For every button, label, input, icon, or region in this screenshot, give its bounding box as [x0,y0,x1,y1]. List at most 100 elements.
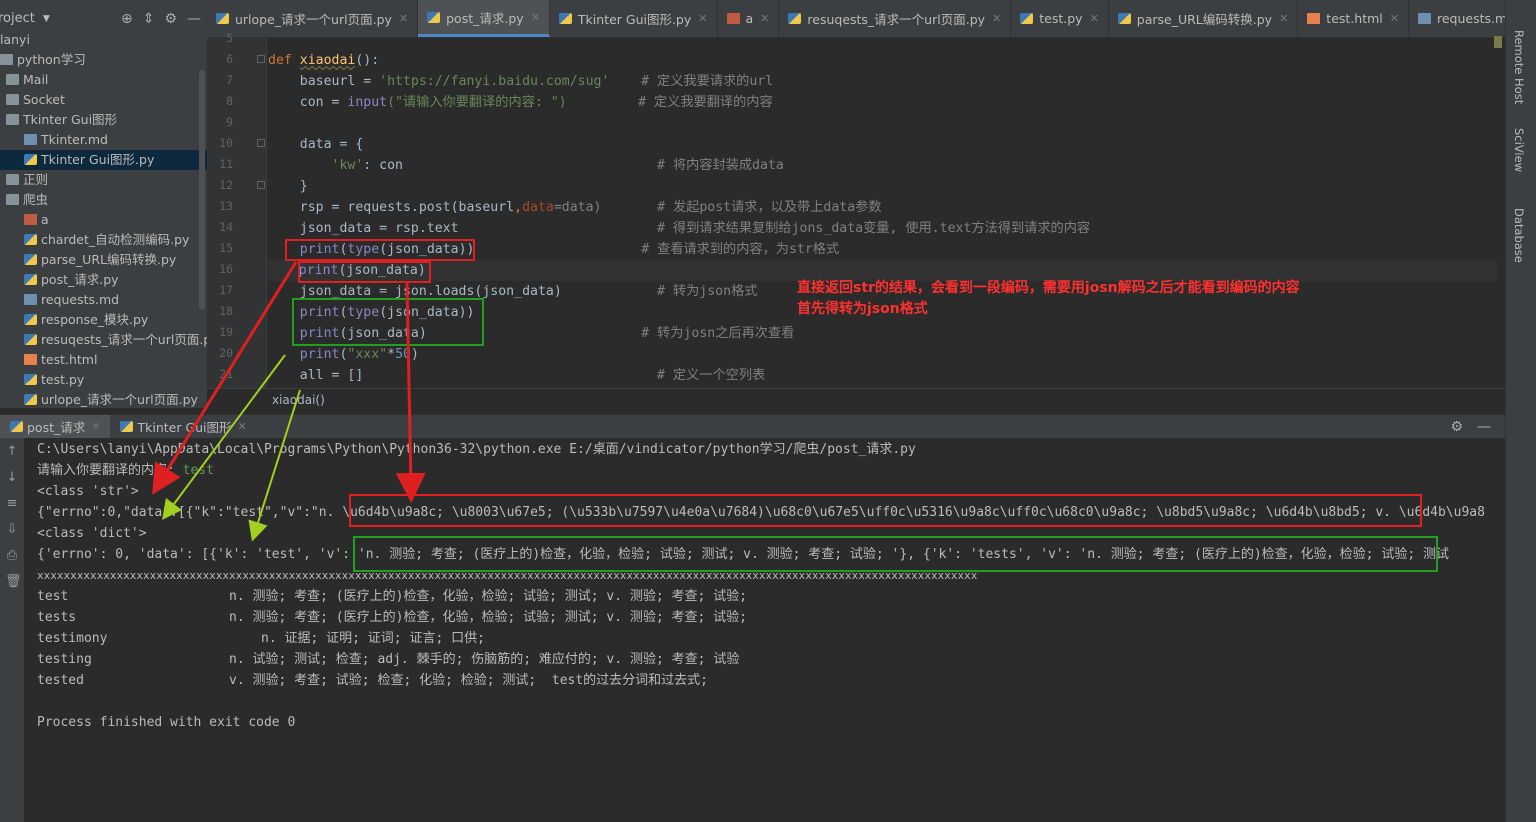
editor-tab[interactable]: requests.md✕ [1409,0,1505,37]
run-tab-tkinter[interactable]: Tkinter Gui图形 ✕ [110,415,256,438]
result-key: testimony [37,631,108,646]
code-line-6: def xiaodai(): [268,50,379,71]
gear-icon[interactable]: ⚙ [164,11,177,27]
code-comment: # 得到请求结果复制给jons_data变量, 使用.text方法得到请求的内容 [458,221,1091,236]
line-number: 12 [219,178,233,192]
code-comment: # 将内容封装成data [402,158,784,173]
code-token: ("请输入你要翻译的内容: ") [387,95,567,110]
fold-marker-icon[interactable] [257,181,265,189]
tree-item[interactable]: lanyi [0,30,207,50]
tree-item[interactable]: response_模块.py [0,310,207,330]
editor-tab[interactable]: parse_URL编码转换.py ✕ [1109,0,1299,37]
console-line: 请输入你要翻译的内容: test [37,460,214,481]
tree-item[interactable]: 正则 [0,170,207,190]
editor-tab[interactable]: resuqests_请求一个url页面.py ✕ [779,0,1012,37]
code-token: input [347,95,388,110]
editor-tab[interactable]: Tkinter Gui图形.py ✕ [550,0,718,37]
close-icon[interactable]: ✕ [1390,12,1399,25]
gear-icon[interactable]: ⚙ [1450,419,1463,435]
editor-tab-bar: urlope_请求一个url页面.py ✕ post_请求.py ✕ Tkinter G… [207,0,1505,38]
editor-tab[interactable]: urlope_请求一个url页面.py ✕ [207,0,419,37]
close-icon[interactable]: ✕ [698,12,707,25]
folder-icon [6,114,19,125]
project-title[interactable]: roject [0,11,35,26]
chevron-down-icon[interactable]: ▼ [43,14,50,24]
python-file-icon [24,374,37,385]
run-tab-post[interactable]: post_请求 ✕ [0,415,111,438]
tree-item[interactable]: 爬虫 [0,190,207,210]
close-icon[interactable]: ✕ [399,12,408,25]
editor-tab-label: urlope_请求一个url页面.py [235,12,392,27]
python-file-icon [24,314,37,325]
tree-item[interactable]: chardet_自动检测编码.py [0,230,207,250]
print-icon[interactable]: ⎙ [5,548,19,563]
close-icon[interactable]: ✕ [238,420,247,433]
code-token: xiaodai [299,53,356,68]
close-icon[interactable]: ✕ [531,11,540,24]
console-line: tests n. 测验; 考查; (医疗上的)检查，化验，检验; 试验; 测试; … [37,607,747,628]
code-comment: # 查看请求到的内容，为str格式 [474,242,840,257]
tree-item[interactable]: urlope_请求一个url页面.py [0,390,207,408]
arrow-up-icon[interactable]: ↑ [5,444,19,459]
breadcrumb[interactable]: xiaodai() [207,388,1505,410]
tree-item[interactable]: test.py [0,370,207,390]
tree-item[interactable]: Tkinter.md [0,130,207,150]
editor-tab[interactable]: test.html ✕ [1298,0,1409,37]
collapse-icon[interactable]: ⇕ [143,11,155,27]
tree-item[interactable]: Socket [0,90,207,110]
tree-item[interactable]: requests.md [0,290,207,310]
editor-scroll-marker[interactable] [1494,36,1502,48]
close-icon[interactable]: ✕ [1279,12,1288,25]
editor-tab[interactable]: a ✕ [718,0,780,37]
line-number: 17 [219,283,233,297]
tree-item[interactable]: Mail [0,70,207,90]
tree-item[interactable]: post_请求.py [0,270,207,290]
tree-item-label: Tkinter Gui图形.py [41,152,155,167]
tree-scrollbar[interactable] [199,70,205,310]
close-icon[interactable]: ✕ [992,12,1001,25]
tree-item-label: Tkinter.md [41,132,108,147]
run-tab-label: Tkinter Gui图形 [137,420,232,435]
python-file-icon [1117,13,1131,24]
tree-item[interactable]: test.html [0,350,207,370]
code-comment: # 定义我要请求的url [609,74,774,89]
tree-item-label: Mail [23,72,49,87]
soft-wrap-icon[interactable]: ≡ [5,496,19,511]
tree-item[interactable]: Tkinter Gui图形 [0,110,207,130]
fold-marker-icon[interactable] [257,139,265,147]
minimize-icon[interactable]: — [187,11,201,27]
result-key: tested [37,673,84,688]
tool-remote-host[interactable]: Remote Host [1512,30,1526,104]
run-tab-bar: post_请求 ✕ Tkinter Gui图形 ✕ ⚙ — [0,414,1505,438]
arrow-down-icon[interactable]: ↓ [5,470,19,485]
result-key: testing [37,652,92,667]
minimize-icon[interactable]: — [1477,419,1491,435]
code-token: * [387,347,396,362]
code-comment: # 定义一个空列表 [363,368,766,383]
tool-database[interactable]: Database [1512,208,1526,263]
close-icon[interactable]: ✕ [760,12,769,25]
editor-tab[interactable]: post_请求.py ✕ [418,0,550,37]
tree-item[interactable]: resuqests_请求一个url页面.py [0,330,207,350]
code-line-21: all = [] # 定义一个空列表 [268,365,766,386]
tree-item-label: resuqests_请求一个url页面.py [41,332,207,347]
code-token: baseurl = [268,74,380,89]
python-file-icon [427,11,441,23]
trash-icon[interactable]: 🗑 [5,574,22,589]
editor-tab[interactable]: test.py ✕ [1011,0,1109,37]
close-icon[interactable]: ✕ [1090,12,1099,25]
scroll-to-end-icon[interactable]: ⇩ [5,522,19,537]
line-number: 8 [226,94,233,108]
code-token: con = [268,95,348,110]
tree-item[interactable]: Tkinter Gui图形.py [0,150,207,170]
tree-item-label: requests.md [41,292,120,307]
tool-sciview[interactable]: SciView [1512,128,1526,172]
line-number: 7 [226,73,233,87]
tree-item[interactable]: a [0,210,207,230]
tree-item[interactable]: parse_URL编码转换.py [0,250,207,270]
locate-icon[interactable]: ⊕ [121,11,133,27]
close-icon[interactable]: ✕ [91,420,100,433]
code-comment: # 转为json格式 [561,284,758,299]
fold-marker-icon[interactable] [257,55,265,63]
tree-item[interactable]: python学习 [0,50,207,70]
